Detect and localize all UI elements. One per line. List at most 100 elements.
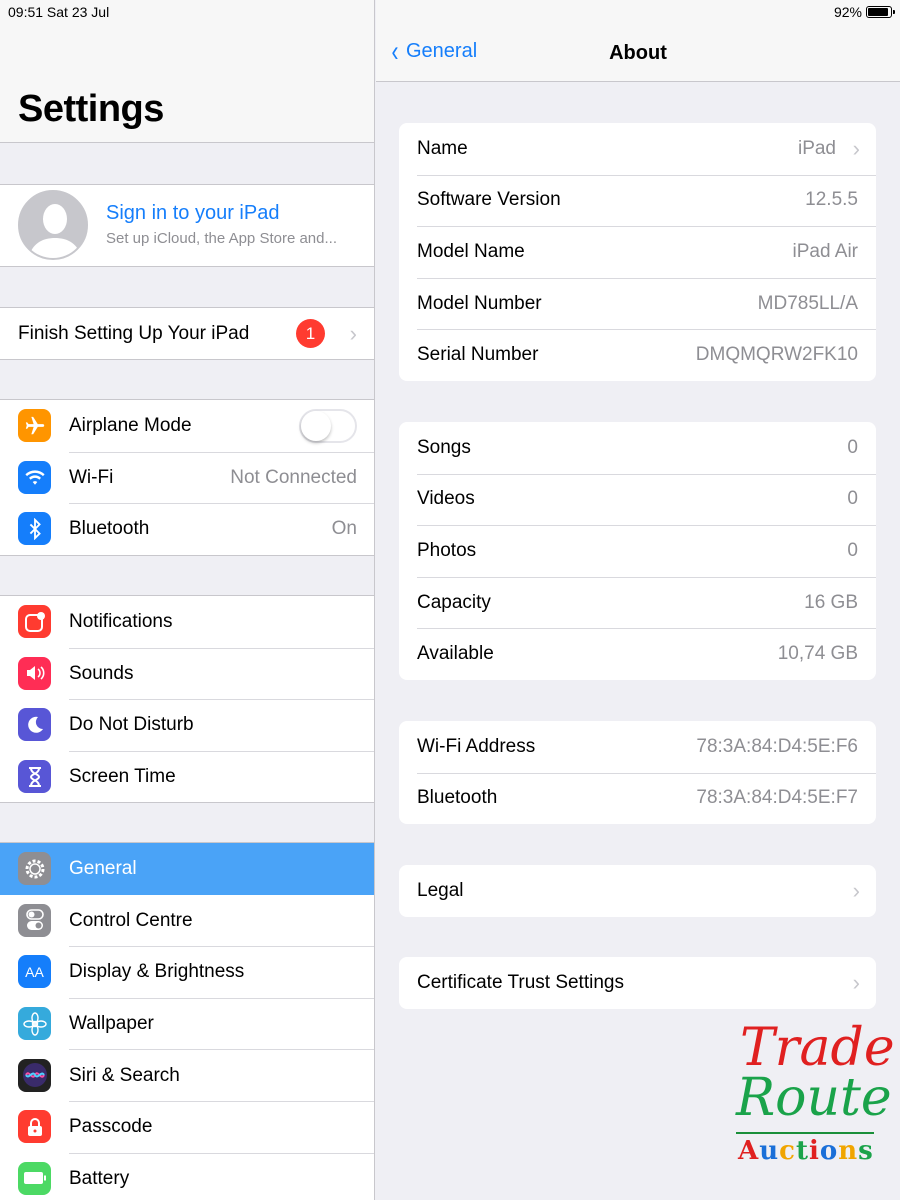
row-label: Videos: [417, 488, 475, 510]
row-label: Legal: [417, 879, 464, 901]
about-row-wifi-address: Wi-Fi Address 78:3A:84:D4:5E:F6: [399, 721, 876, 773]
legal-section: Legal ›: [399, 865, 876, 917]
row-value: 0: [847, 488, 858, 510]
sign-in-title: Sign in to your iPad: [106, 202, 280, 224]
certificate-section: Certificate Trust Settings ›: [399, 957, 876, 1009]
sidebar-item-label: Siri & Search: [69, 1064, 180, 1086]
sidebar-item-do-not-disturb[interactable]: Do Not Disturb: [0, 699, 374, 751]
sidebar-item-label: Do Not Disturb: [69, 714, 194, 736]
logo-line-route: Route: [736, 1068, 892, 1128]
flower-icon: [18, 1007, 51, 1041]
row-value: 16 GB: [804, 591, 858, 613]
sign-in-row[interactable]: Sign in to your iPad Set up iCloud, the …: [0, 185, 374, 266]
bluetooth-status: On: [331, 518, 357, 540]
sidebar-item-label: Wi-Fi: [69, 466, 114, 488]
about-row-model-number[interactable]: Model Number MD785LL/A: [399, 277, 876, 330]
wifi-status: Not Connected: [230, 466, 357, 488]
trade-route-auctions-logo: Trade Route Auctions: [736, 1018, 895, 1168]
battery-status-icon: [866, 6, 895, 18]
row-label: Certificate Trust Settings: [417, 971, 624, 993]
about-row-certificate-trust[interactable]: Certificate Trust Settings ›: [399, 957, 876, 1009]
sidebar-item-label: Notifications: [69, 610, 173, 632]
sidebar-item-label: Sounds: [69, 662, 134, 684]
row-label: Serial Number: [417, 344, 539, 366]
sidebar-item-screen-time[interactable]: Screen Time: [0, 750, 374, 803]
row-value: 0: [847, 436, 858, 458]
sidebar-item-battery[interactable]: Battery: [0, 1152, 374, 1200]
bluetooth-icon: [18, 512, 51, 546]
device-info-section: Name iPad › Software Version 12.5.5 Mode…: [399, 123, 876, 381]
sidebar-item-siri-search[interactable]: Siri & Search: [0, 1049, 374, 1101]
row-label: Capacity: [417, 591, 491, 613]
notification-badge: 1: [296, 319, 325, 348]
row-label: Available: [417, 643, 494, 665]
row-value: 12.5.5: [805, 189, 858, 211]
about-row-serial-number: Serial Number DMQMQRW2FK10: [399, 329, 876, 381]
airplane-mode-toggle[interactable]: [299, 408, 357, 443]
sidebar-item-label: Wallpaper: [69, 1013, 154, 1035]
media-storage-section: Songs 0 Videos 0 Photos 0 Capacity 16 GB…: [399, 422, 876, 680]
about-row-videos: Videos 0: [399, 473, 876, 526]
sidebar-item-label: Bluetooth: [69, 518, 150, 540]
airplane-icon: [18, 409, 51, 443]
finish-setup-label: Finish Setting Up Your iPad: [18, 322, 250, 344]
chevron-right-icon: ›: [852, 135, 860, 161]
connectivity-group: Airplane Mode Wi-Fi Not Connected Blueto…: [0, 399, 374, 556]
sidebar-item-label: Control Centre: [69, 909, 193, 931]
sidebar-item-label: Battery: [69, 1167, 130, 1189]
status-bar: 09:51 Sat 23 Jul 92%: [0, 0, 900, 24]
row-value: 10,74 GB: [777, 643, 858, 665]
row-label: Software Version: [417, 189, 561, 211]
about-row-capacity: Capacity 16 GB: [399, 576, 876, 629]
sidebar-item-label: Passcode: [69, 1116, 153, 1138]
battery-icon: [18, 1161, 51, 1195]
row-label: Bluetooth: [417, 787, 498, 809]
finish-setup-row[interactable]: Finish Setting Up Your iPad 1 ›: [0, 308, 374, 359]
lock-icon: [18, 1110, 51, 1144]
about-row-available: Available 10,74 GB: [399, 628, 876, 680]
row-label: Name: [417, 137, 468, 159]
sidebar-item-label: Airplane Mode: [69, 414, 192, 436]
about-row-name[interactable]: Name iPad ›: [399, 123, 876, 175]
sidebar-item-general[interactable]: General: [0, 843, 374, 895]
text-size-icon: AA: [18, 955, 51, 989]
about-row-bluetooth: Bluetooth 78:3A:84:D4:5E:F7: [399, 772, 876, 825]
row-value: DMQMQRW2FK10: [695, 344, 858, 366]
sidebar-item-passcode[interactable]: Passcode: [0, 1100, 374, 1153]
logo-line-auctions: Auctions: [738, 1136, 874, 1166]
network-address-section: Wi-Fi Address 78:3A:84:D4:5E:F6 Bluetoot…: [399, 721, 876, 825]
page-title: Settings: [18, 88, 164, 130]
row-value: iPad Air: [792, 240, 858, 262]
row-label: Model Number: [417, 292, 542, 314]
chevron-right-icon: ›: [349, 320, 357, 346]
about-row-legal[interactable]: Legal ›: [399, 865, 876, 917]
siri-icon: [18, 1058, 51, 1092]
account-group: Sign in to your iPad Set up iCloud, the …: [0, 184, 374, 267]
row-value: iPad: [797, 137, 836, 159]
notifications-icon: [18, 605, 51, 639]
speaker-icon: [18, 656, 51, 690]
row-label: Photos: [417, 539, 477, 561]
toggles-icon: [18, 903, 51, 937]
chevron-right-icon: ›: [852, 877, 860, 903]
person-silhouette-icon: [20, 192, 86, 258]
sidebar-item-airplane-mode[interactable]: Airplane Mode: [0, 400, 374, 452]
sidebar-item-control-centre[interactable]: Control Centre: [0, 895, 374, 947]
general-group: General Control Centre AA Display & Brig…: [0, 842, 374, 1200]
row-label: Songs: [417, 436, 471, 458]
finish-setup-group: Finish Setting Up Your iPad 1 ›: [0, 307, 374, 360]
battery-percent: 92%: [833, 4, 862, 20]
sidebar-item-label: Display & Brightness: [69, 961, 245, 983]
status-battery: 92%: [833, 4, 895, 20]
sidebar-item-display-brightness[interactable]: AA Display & Brightness: [0, 946, 374, 998]
sidebar-item-bluetooth[interactable]: Bluetooth On: [0, 503, 374, 555]
row-label: Wi-Fi Address: [417, 735, 536, 757]
about-row-songs: Songs 0: [399, 422, 876, 474]
sidebar-item-wallpaper[interactable]: Wallpaper: [0, 997, 374, 1050]
about-row-model-name: Model Name iPad Air: [399, 226, 876, 278]
sidebar-item-wifi[interactable]: Wi-Fi Not Connected: [0, 451, 374, 504]
sidebar-item-sounds[interactable]: Sounds: [0, 647, 374, 700]
moon-icon: [18, 708, 51, 742]
status-time: 09:51 Sat 23 Jul: [8, 4, 110, 20]
sidebar-item-notifications[interactable]: Notifications: [0, 596, 374, 648]
